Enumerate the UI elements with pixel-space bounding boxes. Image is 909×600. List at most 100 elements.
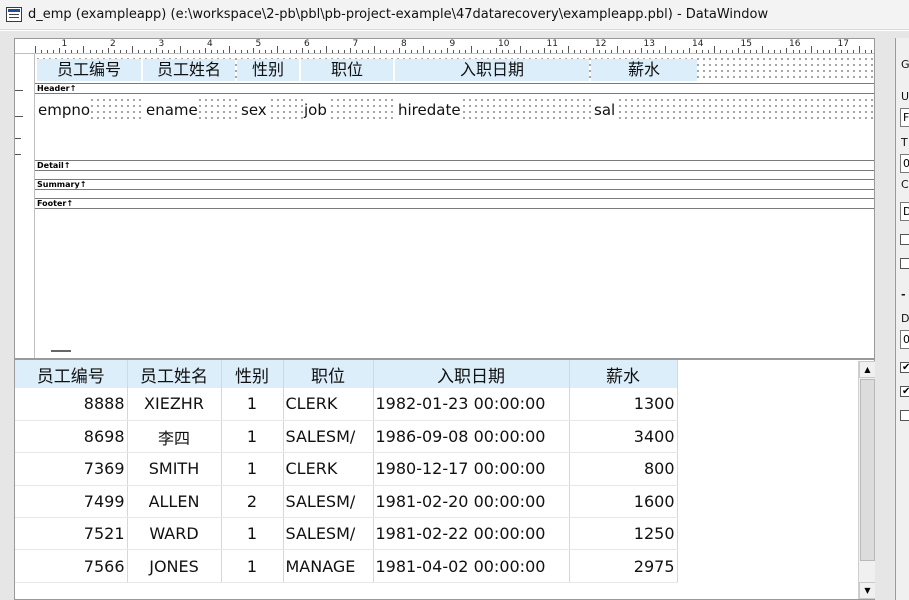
cell-sex[interactable]: 1 bbox=[221, 517, 284, 551]
prop-label-1: U bbox=[901, 90, 909, 103]
header-text-hiredate[interactable]: 入职日期 bbox=[395, 59, 589, 81]
preview-vertical-scrollbar[interactable]: ▲ ▼ bbox=[858, 361, 876, 599]
cell-sex[interactable]: 1 bbox=[221, 452, 284, 486]
ruler-tick bbox=[368, 50, 370, 53]
cell-empno[interactable]: 8888 bbox=[15, 388, 128, 421]
cell-sal[interactable]: 1600 bbox=[569, 485, 678, 519]
cell-ename[interactable]: WARD bbox=[127, 517, 222, 551]
header-text-sex[interactable]: 性别 bbox=[237, 59, 299, 81]
preview-pane[interactable]: 员工编号 员工姓名 性别 职位 入职日期 薪水 8888 XIEZHR 1 CLERK… bbox=[14, 359, 875, 600]
cell-hiredate[interactable]: 1986-09-08 00:00:00 bbox=[373, 420, 570, 454]
cell-sex[interactable]: 1 bbox=[221, 549, 284, 583]
ruler-tick bbox=[404, 50, 406, 53]
header-band-bar[interactable]: Header↑ bbox=[35, 83, 874, 94]
prop-label-0: G bbox=[901, 58, 909, 71]
cell-hiredate[interactable]: 1981-04-02 00:00:00 bbox=[373, 549, 570, 583]
panel-splitter[interactable] bbox=[875, 38, 895, 600]
cell-ename[interactable]: JONES bbox=[127, 549, 222, 583]
cell-ename[interactable]: 李四 bbox=[127, 420, 222, 454]
ruler-tick bbox=[568, 46, 570, 53]
prop-field-0[interactable]: F bbox=[900, 108, 909, 127]
cell-job[interactable]: SALESM/ bbox=[283, 517, 374, 551]
ruler-tick bbox=[659, 50, 661, 53]
cell-sal[interactable]: 2975 bbox=[569, 549, 678, 583]
prop-check-0[interactable] bbox=[900, 234, 909, 245]
prop-field-3[interactable]: 0 bbox=[900, 330, 909, 349]
preview-col-job[interactable]: 职位 bbox=[283, 360, 374, 388]
ruler-tick bbox=[641, 48, 642, 53]
column-ename[interactable]: ename bbox=[145, 98, 198, 122]
column-sal[interactable]: sal bbox=[593, 98, 616, 122]
ruler-tick bbox=[731, 50, 733, 53]
design-pane[interactable]: 1 2 3 4 5 6 7 8 9 10 11 12 13 14 15 16 17 员工编号 员工姓名 性别 职… bbox=[14, 38, 875, 359]
ruler-tick bbox=[428, 50, 430, 53]
cell-sal[interactable]: 800 bbox=[569, 452, 678, 486]
cell-ename[interactable]: XIEZHR bbox=[127, 388, 222, 421]
cell-sex[interactable]: 2 bbox=[221, 485, 284, 519]
column-job[interactable]: job bbox=[303, 98, 327, 122]
preview-col-empno[interactable]: 员工编号 bbox=[15, 360, 128, 388]
column-empno[interactable]: empno bbox=[37, 98, 91, 122]
cell-empno[interactable]: 7566 bbox=[15, 549, 128, 583]
cell-job[interactable]: CLERK bbox=[283, 388, 374, 421]
cell-empno[interactable]: 7499 bbox=[15, 485, 128, 519]
scroll-down-button[interactable]: ▼ bbox=[859, 582, 876, 599]
ruler-tick bbox=[792, 50, 794, 53]
preview-col-ename[interactable]: 员工姓名 bbox=[127, 360, 222, 388]
cell-hiredate[interactable]: 1981-02-22 00:00:00 bbox=[373, 517, 570, 551]
header-text-sal[interactable]: 薪水 bbox=[591, 59, 697, 81]
prop-check-2[interactable]: ✔ bbox=[900, 362, 909, 373]
ruler-tick bbox=[162, 50, 164, 53]
table-row[interactable]: 8698 李四 1 SALESM/1986-09-08 00:00:00 3400 bbox=[15, 420, 678, 454]
header-text-empno[interactable]: 员工编号 bbox=[37, 59, 141, 81]
summary-band-bar[interactable]: Summary↑ bbox=[35, 179, 874, 190]
cell-empno[interactable]: 8698 bbox=[15, 420, 128, 454]
cell-hiredate[interactable]: 1981-02-20 00:00:00 bbox=[373, 485, 570, 519]
prop-field-1[interactable]: 0 bbox=[900, 154, 909, 173]
cell-hiredate[interactable]: 1982-01-23 00:00:00 bbox=[373, 388, 570, 421]
ruler-tick bbox=[259, 50, 261, 53]
cell-empno[interactable]: 7521 bbox=[15, 517, 128, 551]
cell-sex[interactable]: 1 bbox=[221, 388, 284, 421]
ruler-tick bbox=[325, 46, 327, 53]
table-row[interactable]: 7566 JONES 1 MANAGE 1981-04-02 00:00:00 2975 bbox=[15, 549, 678, 583]
ruler-tick bbox=[556, 50, 558, 53]
ruler-tick bbox=[762, 46, 764, 53]
header-text-job[interactable]: 职位 bbox=[301, 59, 393, 81]
prop-check-1[interactable] bbox=[900, 258, 909, 269]
vertical-ruler bbox=[15, 54, 35, 358]
prop-check-4[interactable] bbox=[900, 410, 909, 421]
cell-ename[interactable]: SMITH bbox=[127, 452, 222, 486]
cell-job[interactable]: SALESM/ bbox=[283, 420, 374, 454]
preview-col-hiredate[interactable]: 入职日期 bbox=[373, 360, 570, 388]
cell-ename[interactable]: ALLEN bbox=[127, 485, 222, 519]
column-hiredate[interactable]: hiredate bbox=[397, 98, 461, 122]
table-row[interactable]: 7521 WARD 1 SALESM/1981-02-22 00:00:00 1250 bbox=[15, 517, 678, 551]
ruler-tick bbox=[840, 50, 842, 53]
prop-check-3[interactable]: ✔ bbox=[900, 386, 909, 397]
prop-field-2[interactable]: D bbox=[900, 202, 909, 221]
cell-hiredate[interactable]: 1980-12-17 00:00:00 bbox=[373, 452, 570, 486]
cell-sal[interactable]: 3400 bbox=[569, 420, 678, 454]
cell-job[interactable]: CLERK bbox=[283, 452, 374, 486]
preview-col-sex[interactable]: 性别 bbox=[221, 360, 284, 388]
cell-job[interactable]: MANAGE bbox=[283, 549, 374, 583]
scroll-thumb[interactable] bbox=[860, 379, 875, 561]
preview-col-sal[interactable]: 薪水 bbox=[569, 360, 678, 388]
ruler-tick bbox=[416, 50, 418, 53]
detail-band-bar[interactable]: Detail↑ bbox=[35, 160, 874, 171]
table-row[interactable]: 8888 XIEZHR 1 CLERK 1982-01-23 00:00:00 1300 bbox=[15, 388, 678, 421]
cell-sex[interactable]: 1 bbox=[221, 420, 284, 454]
table-row[interactable]: 7499 ALLEN 2 SALESM/1981-02-20 00:00:00 1600 bbox=[15, 485, 678, 519]
ruler-tick bbox=[507, 50, 509, 53]
cell-empno[interactable]: 7369 bbox=[15, 452, 128, 486]
cell-sal[interactable]: 1250 bbox=[569, 517, 678, 551]
cell-sal[interactable]: 1300 bbox=[569, 388, 678, 421]
footer-band-bar[interactable]: Footer↑ bbox=[35, 198, 874, 209]
ruler-tick bbox=[53, 50, 55, 53]
column-sex[interactable]: sex bbox=[240, 98, 267, 122]
header-text-ename[interactable]: 员工姓名 bbox=[143, 59, 235, 81]
table-row[interactable]: 7369 SMITH 1 CLERK 1980-12-17 00:00:00 800 bbox=[15, 452, 678, 486]
cell-job[interactable]: SALESM/ bbox=[283, 485, 374, 519]
scroll-up-button[interactable]: ▲ bbox=[859, 361, 876, 378]
